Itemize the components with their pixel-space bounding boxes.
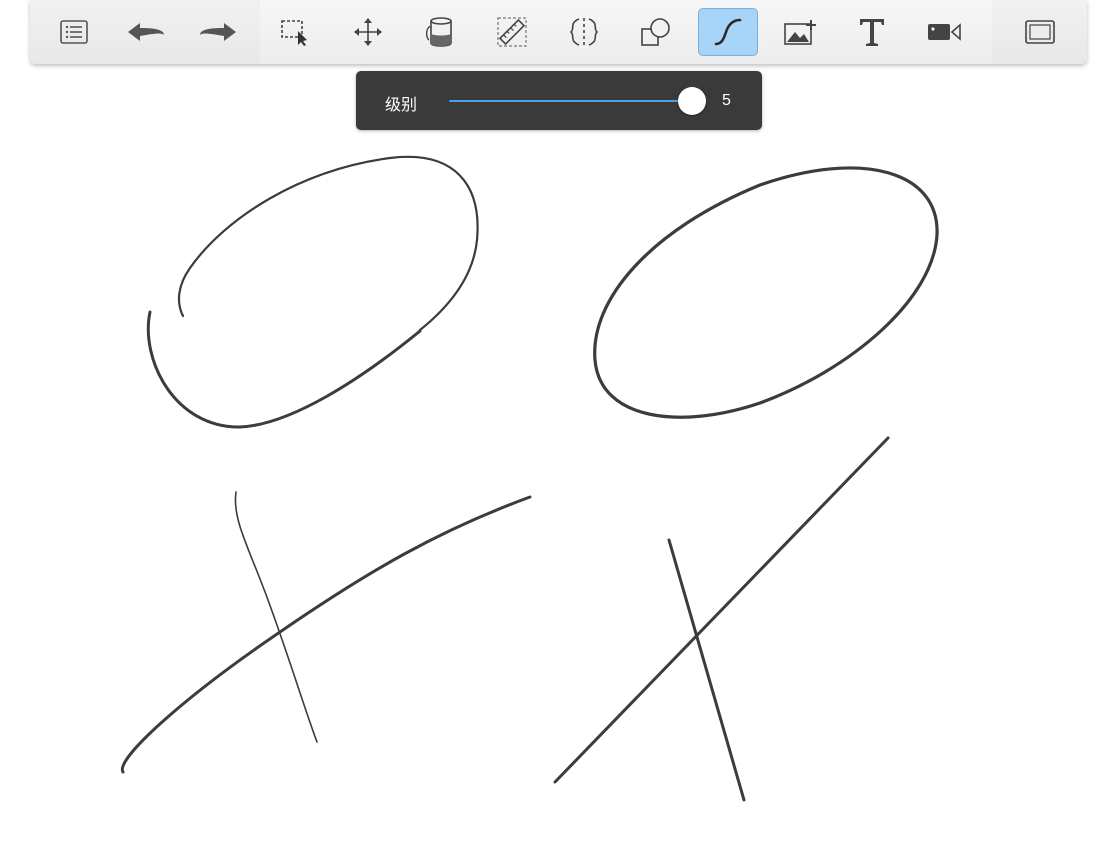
toolbar-left-group: [30, 0, 260, 64]
list-icon: [60, 20, 88, 44]
stroke-smooth-cross-diagonal: [553, 436, 890, 784]
stroke-rough-ellipse-upper: [177, 155, 479, 332]
level-label: 级别: [385, 95, 418, 114]
transform-button[interactable]: [338, 8, 398, 56]
ruler-button[interactable]: [482, 8, 542, 56]
top-toolbar: [30, 0, 1087, 64]
marquee-select-icon: [281, 20, 307, 46]
symmetry-icon: [569, 18, 599, 46]
text-button[interactable]: [842, 8, 902, 56]
redo-button[interactable]: [188, 8, 248, 56]
shapes-icon: [641, 18, 670, 46]
stroke-smooth-cross-vertical: [667, 538, 746, 802]
image-add-icon: [784, 20, 816, 45]
level-slider-thumb[interactable]: [678, 87, 706, 115]
undo-arrow-icon: [128, 23, 164, 41]
symmetry-button[interactable]: [554, 8, 614, 56]
stroke-rough-ellipse-lower: [146, 310, 422, 429]
stroke-smooth-ellipse: [593, 166, 939, 419]
recording-button[interactable]: [914, 8, 974, 56]
stroke-rough-cross-diagonal: [120, 495, 532, 774]
move-arrows-icon: [354, 18, 382, 46]
redo-arrow-icon: [200, 23, 236, 41]
toolbar-tools-group: [260, 0, 992, 64]
fullscreen-frame-icon: [1024, 20, 1055, 44]
level-popup: 级别 5: [356, 71, 762, 130]
toolbar-right-group: [992, 0, 1087, 64]
ruler-icon: [497, 17, 527, 47]
undo-button[interactable]: [116, 8, 176, 56]
text-t-icon: [860, 19, 884, 46]
fullscreen-button[interactable]: [1010, 8, 1070, 56]
layers-list-button[interactable]: [44, 8, 104, 56]
level-value: 5: [722, 92, 731, 109]
level-slider-track[interactable]: [449, 100, 693, 102]
paint-bucket-icon: [425, 17, 452, 47]
fill-button[interactable]: [410, 8, 470, 56]
shapes-button[interactable]: [626, 8, 686, 56]
selection-button[interactable]: [266, 8, 326, 56]
video-camera-icon: [928, 23, 961, 41]
curve-s-icon: [714, 18, 742, 46]
add-image-button[interactable]: [770, 8, 830, 56]
stroke-smoothing-button[interactable]: [698, 8, 758, 56]
stroke-rough-cross-vertical: [234, 491, 318, 743]
